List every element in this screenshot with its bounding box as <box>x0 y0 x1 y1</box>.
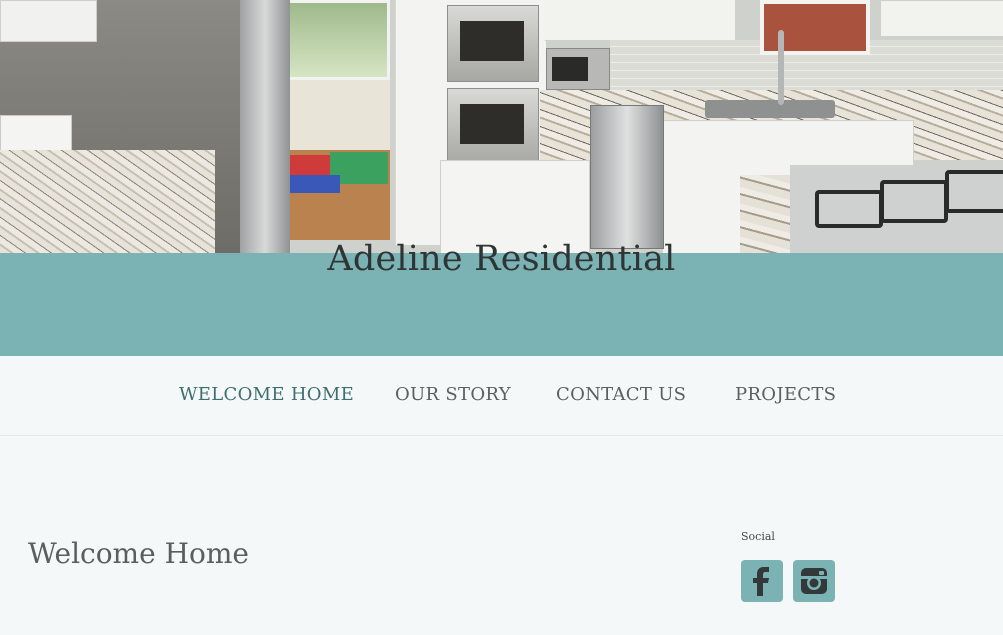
nav-item-our-story[interactable]: OUR STORY <box>395 384 511 405</box>
social-widget-title: Social <box>741 530 775 543</box>
header-image <box>0 0 1003 253</box>
page-title: Welcome Home <box>28 537 249 570</box>
site-title[interactable]: Adeline Residential <box>0 239 1003 279</box>
instagram-icon <box>801 568 827 594</box>
nav-item-welcome-home[interactable]: WELCOME HOME <box>179 384 354 405</box>
nav-item-contact-us[interactable]: CONTACT US <box>556 384 686 405</box>
main-navigation: WELCOME HOME OUR STORY CONTACT US PROJEC… <box>0 356 1003 436</box>
nav-item-projects[interactable]: PROJECTS <box>735 384 836 405</box>
facebook-icon <box>753 567 769 596</box>
instagram-link[interactable] <box>793 560 835 602</box>
facebook-link[interactable] <box>741 560 783 602</box>
